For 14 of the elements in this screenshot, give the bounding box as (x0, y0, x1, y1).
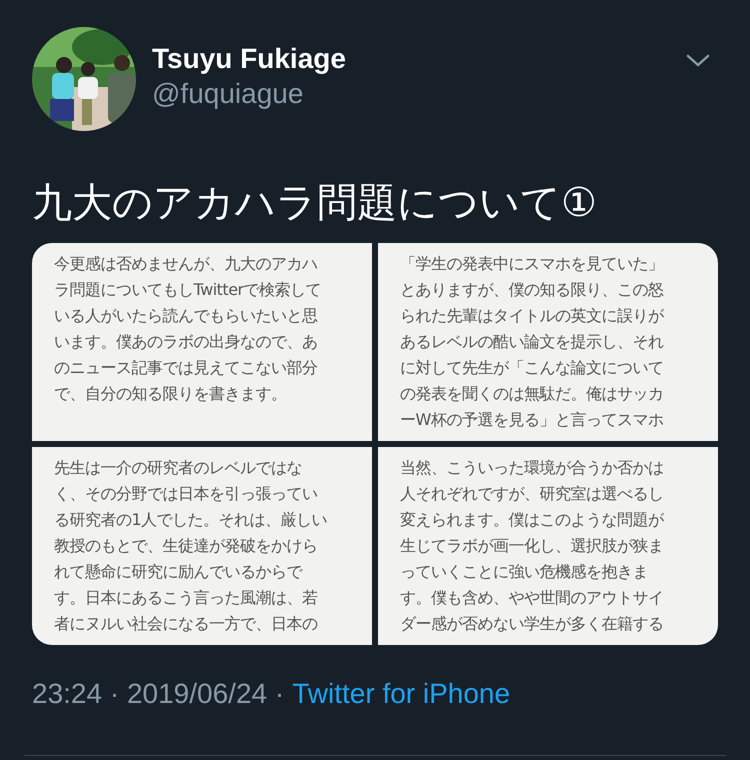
image-text: 「学生の発表中にスマホを見ていた」 とありますが、僕の知る限り、この怒 られた先輩はタイトルの英文に誤りが あるレベルの酷い論文を提示し、それ に対して先生が「こんな論文について の発表を聞くのは無駄だ。俺はサッカ ーW杯の予選を見る」と言ってスマホ (400, 253, 665, 431)
author-handle[interactable]: @fuquiague (152, 76, 346, 112)
text-image[interactable]: 当然、こういった環境が合うか否かは 人それぞれですが、研究室は選べるし 変えられます。僕はこのような問題が 生じてラボが画一化し、選択肢が狭ま っていくことに強い危機感を抱きま す。僕も含め、やや世間のアウトサイ ダー感が否めない学生が多く在籍する (378, 447, 718, 645)
text-image[interactable]: 先生は一介の研究者のレベルではな く、その分野では日本を引っ張ってい る研究者の1人でした。それは、厳しい 教授のもとで、生徒達が発破をかけら れて懸命に研究に励んでいるからで す。日本にあるこう言った風潮は、若 者にヌルい社会になる一方で、日本の (32, 447, 372, 645)
image-text: 今更感は否めませんが、九大のアカハ ラ問題についてもしTwitterで検索して いる人がいたら読んでもらいたいと思 います。僕あのラボの出身なので、あ のニュース記事では見えてこない部分 で、自分の知る限りを書きます。 (54, 253, 322, 405)
author-name[interactable]: Tsuyu Fukiage (152, 42, 346, 76)
source-link[interactable]: Twitter for iPhone (292, 673, 510, 715)
tweet-text: 九大のアカハラ問題について① (31, 179, 598, 227)
timestamp: 23:24 · 2019/06/24 · (32, 677, 284, 711)
image-text: 当然、こういった環境が合うか否かは 人それぞれですが、研究室は選べるし 変えられます。僕はこのような問題が 生じてラボが画一化し、選択肢が狭ま っていくことに強い危機感を抱きま す。僕も含め、やや世間のアウトサイ ダー感が否めない学生が多く在籍する (400, 457, 665, 635)
text-image[interactable]: 「学生の発表中にスマホを見ていた」 とありますが、僕の知る限り、この怒 られた先輩はタイトルの英文に誤りが あるレベルの酷い論文を提示し、それ に対して先生が「こんな論文について の発表を聞くのは無駄だ。俺はサッカ ーW杯の予選を見る」と言ってスマホ (378, 243, 718, 441)
image-text: 先生は一介の研究者のレベルではな く、その分野では日本を引っ張ってい る研究者の1人でした。それは、厳しい 教授のもとで、生徒達が発破をかけら れて懸命に研究に励んでいるからで す。日本にあるこう言った風潮は、若 者にヌルい社会になる一方で、日本の (54, 457, 328, 635)
text-image[interactable]: 今更感は否めませんが、九大のアカハ ラ問題についてもしTwitterで検索して いる人がいたら読んでもらいたいと思 います。僕あのラボの出身なので、あ のニュース記事では見えてこない部分 で、自分の知る限りを書きます。 (32, 243, 372, 441)
chevron-down-icon[interactable] (686, 54, 710, 68)
